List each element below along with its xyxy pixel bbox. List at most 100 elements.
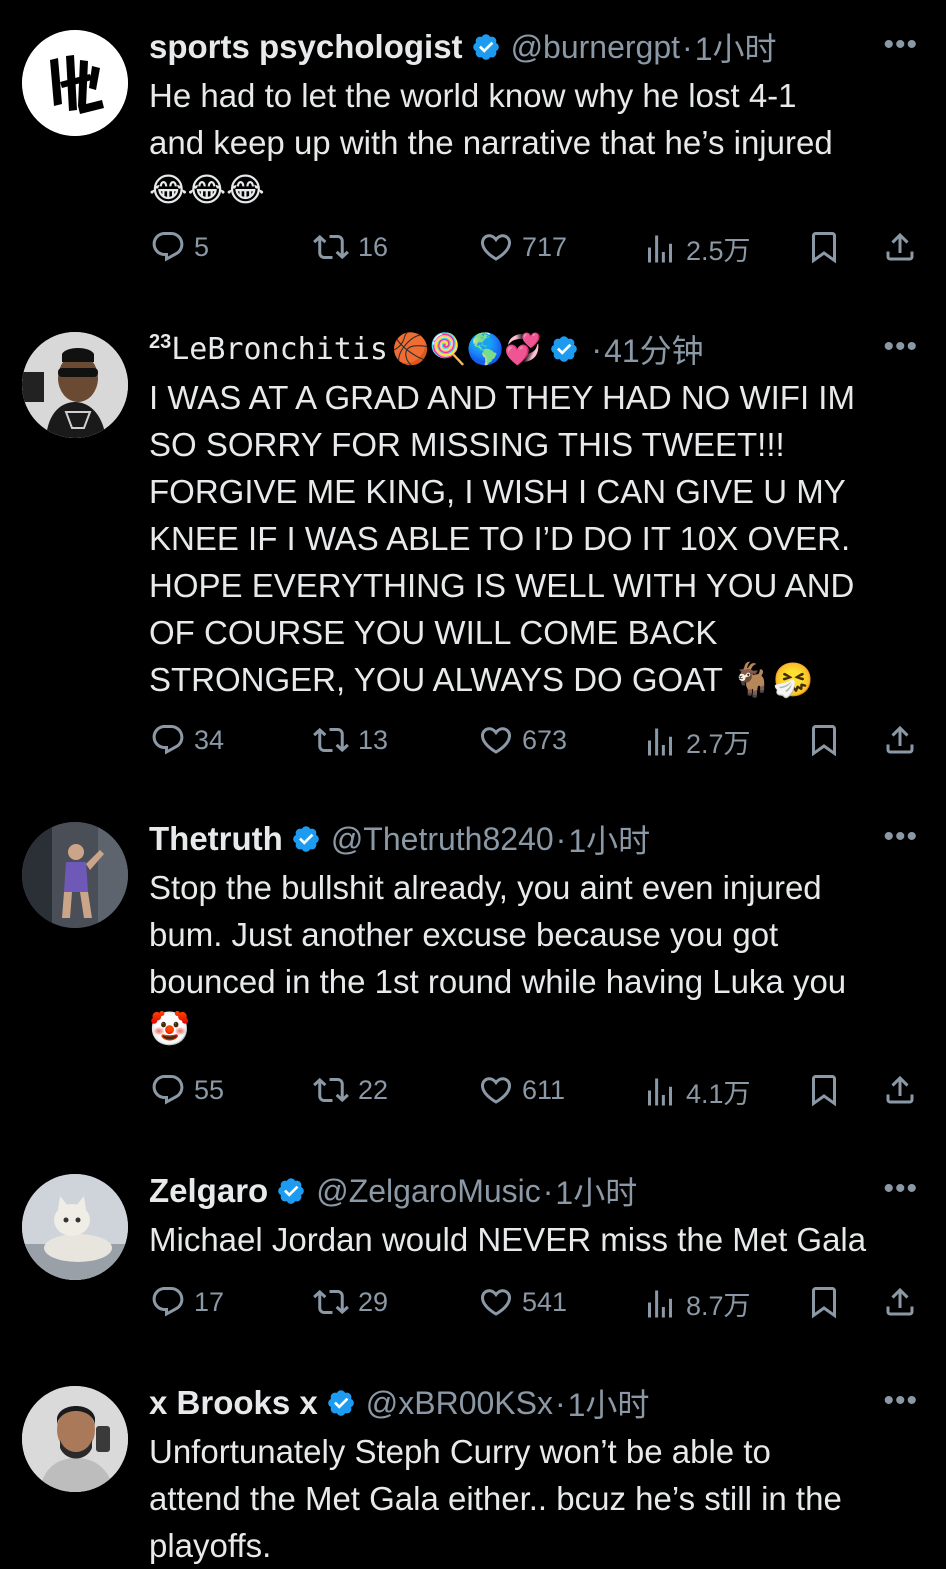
timestamp[interactable]: 41分钟 xyxy=(604,326,704,372)
reply-icon xyxy=(152,725,184,755)
display-name-emojis: 🏀🍭🌎💞 xyxy=(392,332,542,366)
reply-button[interactable]: 34 xyxy=(150,722,224,758)
user-handle[interactable]: @Thetruth8240 xyxy=(331,821,554,858)
display-name[interactable]: 23LeBronchitis xyxy=(149,331,388,367)
retweet-button[interactable]: 13 xyxy=(312,722,388,758)
verified-badge-icon xyxy=(326,1388,356,1418)
tweet[interactable]: x Brooks x @xBR00KSx · 1小时 ••• Unfortuna… xyxy=(0,1380,946,1567)
bookmark-icon xyxy=(812,725,836,757)
views-icon xyxy=(648,728,672,755)
user-handle[interactable]: @burnergpt xyxy=(511,29,680,66)
views-icon xyxy=(648,1078,672,1105)
tweet-text: Unfortunately Steph Curry won’t be able … xyxy=(149,1433,842,1564)
timestamp[interactable]: 1小时 xyxy=(568,1380,650,1426)
separator-dot: · xyxy=(591,330,603,367)
retweet-icon xyxy=(313,1077,349,1103)
retweet-button[interactable]: 16 xyxy=(312,229,388,265)
views-button[interactable]: 8.7万 xyxy=(642,1284,751,1323)
avatar[interactable] xyxy=(22,1174,128,1280)
retweet-count: 16 xyxy=(358,231,389,262)
action-bar: 34 13 673 2.7万 xyxy=(148,722,928,762)
reply-count: 17 xyxy=(194,1286,225,1317)
bookmark-button[interactable] xyxy=(806,1072,850,1108)
views-count: 2.7万 xyxy=(686,729,751,759)
bookmark-icon xyxy=(812,1075,836,1107)
bookmark-icon xyxy=(812,1287,836,1319)
views-button[interactable]: 2.5万 xyxy=(642,229,751,268)
verified-badge-icon xyxy=(471,32,501,62)
display-name[interactable]: Thetruth xyxy=(149,820,283,858)
retweet-count: 13 xyxy=(358,724,389,755)
verified-badge-icon xyxy=(276,1176,306,1206)
reply-button[interactable]: 17 xyxy=(150,1284,224,1320)
views-count: 4.1万 xyxy=(686,1079,751,1109)
bookmark-button[interactable] xyxy=(806,1284,850,1320)
share-icon xyxy=(886,1075,914,1104)
display-name-number: 23 xyxy=(149,331,172,353)
timestamp[interactable]: 1小时 xyxy=(695,24,777,70)
separator-dot: · xyxy=(542,1172,554,1209)
display-name[interactable]: x Brooks x xyxy=(149,1384,318,1422)
display-name-text: LeBronchitis xyxy=(171,332,388,367)
more-icon[interactable]: ••• xyxy=(883,330,918,364)
verified-badge-icon xyxy=(549,334,579,364)
like-count: 541 xyxy=(522,1286,568,1317)
share-button[interactable] xyxy=(882,1284,926,1320)
share-button[interactable] xyxy=(882,722,926,758)
share-icon xyxy=(886,725,914,754)
like-button[interactable]: 611 xyxy=(478,1072,565,1108)
share-button[interactable] xyxy=(882,229,926,265)
retweet-button[interactable]: 22 xyxy=(312,1072,388,1108)
views-count: 8.7万 xyxy=(686,1291,751,1321)
retweet-icon xyxy=(313,727,349,753)
avatar[interactable] xyxy=(22,30,128,136)
like-button[interactable]: 673 xyxy=(478,722,567,758)
more-icon[interactable]: ••• xyxy=(883,1384,918,1418)
share-icon xyxy=(886,232,914,261)
more-icon[interactable]: ••• xyxy=(883,28,918,62)
timestamp[interactable]: 1小时 xyxy=(568,816,650,862)
timestamp[interactable]: 1小时 xyxy=(555,1168,637,1214)
share-button[interactable] xyxy=(882,1072,926,1108)
tweet-text: Stop the bullshit already, you aint even… xyxy=(149,869,847,1047)
separator-dot: · xyxy=(682,28,693,65)
retweet-count: 29 xyxy=(358,1286,389,1317)
more-icon[interactable]: ••• xyxy=(883,1172,918,1206)
tweet-text: Michael Jordan would NEVER miss the Met … xyxy=(149,1221,867,1258)
like-button[interactable]: 717 xyxy=(478,229,567,265)
like-icon xyxy=(480,727,512,754)
action-bar: 55 22 611 4.1万 xyxy=(148,1072,928,1112)
views-button[interactable]: 2.7万 xyxy=(642,722,751,761)
avatar[interactable] xyxy=(22,822,128,928)
reply-button[interactable]: 5 xyxy=(150,229,209,265)
tweet[interactable]: sports psychologist @burnergpt · 1小时 •••… xyxy=(0,24,946,284)
share-icon xyxy=(886,1287,914,1316)
avatar[interactable] xyxy=(22,332,128,438)
views-button[interactable]: 4.1万 xyxy=(642,1072,751,1111)
bookmark-button[interactable] xyxy=(806,722,850,758)
tweet[interactable]: Thetruth @Thetruth8240 · 1小时 ••• Stop th… xyxy=(0,816,946,1116)
like-button[interactable]: 541 xyxy=(478,1284,567,1320)
tweet[interactable]: Zelgaro @ZelgaroMusic · 1小时 ••• Michael … xyxy=(0,1168,946,1328)
reply-button[interactable]: 55 xyxy=(150,1072,224,1108)
more-icon[interactable]: ••• xyxy=(883,820,918,854)
display-name[interactable]: Zelgaro xyxy=(149,1172,268,1210)
reply-icon xyxy=(152,1287,184,1317)
like-icon xyxy=(480,234,512,261)
retweet-button[interactable]: 29 xyxy=(312,1284,388,1320)
verified-badge-icon xyxy=(291,824,321,854)
retweet-icon xyxy=(313,234,349,260)
tweet[interactable]: 23LeBronchitis 🏀🍭🌎💞 · 41分钟 ••• I WAS AT … xyxy=(0,326,946,766)
tweet-text: I WAS AT A GRAD AND THEY HAD NO WIFI IM … xyxy=(149,379,855,698)
display-name[interactable]: sports psychologist xyxy=(149,28,463,66)
user-handle[interactable]: @ZelgaroMusic xyxy=(316,1173,541,1210)
like-count: 611 xyxy=(522,1074,566,1105)
reply-count: 55 xyxy=(194,1074,225,1105)
reply-icon xyxy=(152,1075,184,1105)
action-bar: 5 16 717 2.5万 xyxy=(148,229,928,269)
user-handle[interactable]: @xBR00KSx xyxy=(366,1385,553,1422)
like-count: 673 xyxy=(522,724,568,755)
like-count: 717 xyxy=(522,231,568,262)
bookmark-button[interactable] xyxy=(806,229,850,265)
avatar[interactable] xyxy=(22,1386,128,1492)
